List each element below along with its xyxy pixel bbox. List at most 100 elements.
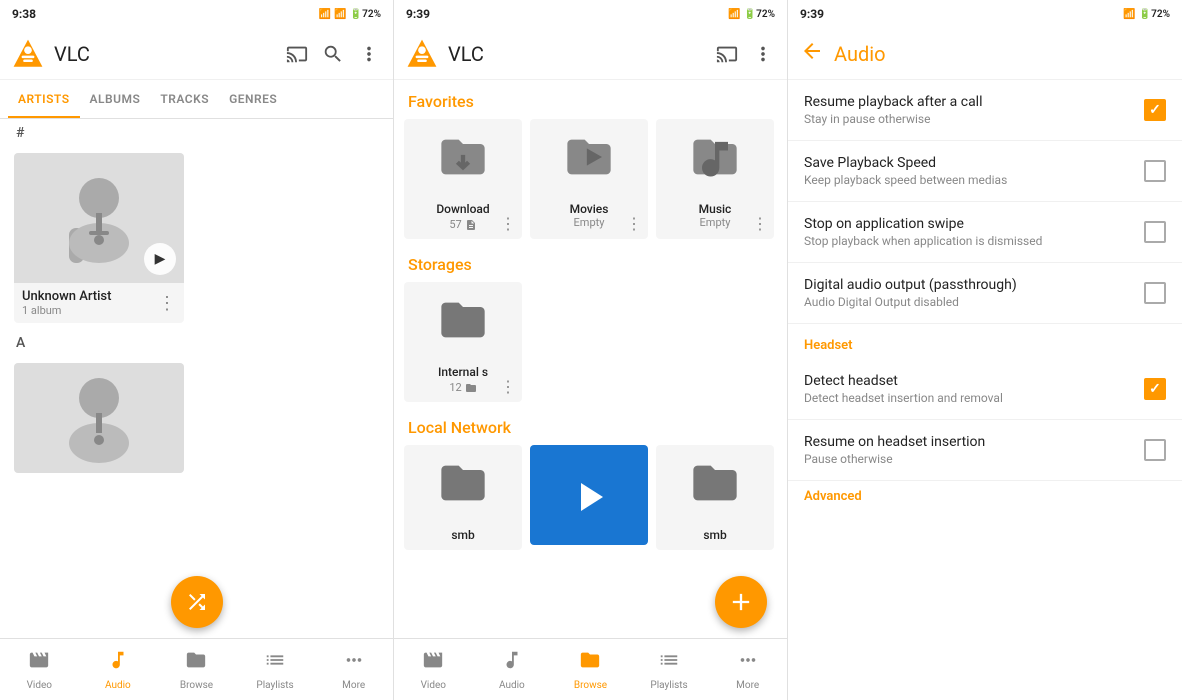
setting-digital-audio-label: Digital audio output (passthrough) bbox=[804, 277, 1132, 293]
setting-save-speed-label: Save Playback Speed bbox=[804, 155, 1132, 171]
nav-video-1[interactable]: Video bbox=[0, 643, 79, 697]
storages-grid: Internal s 12 ⋮ bbox=[404, 282, 777, 402]
setting-stop-swipe-label: Stop on application swipe bbox=[804, 216, 1132, 232]
nav-playlists-1[interactable]: Playlists bbox=[236, 643, 315, 697]
status-bar-2: 9:39 📶 🔋72% bbox=[394, 0, 787, 28]
tab-tracks[interactable]: TRACKS bbox=[150, 80, 219, 118]
tab-artists[interactable]: ARTISTS bbox=[8, 80, 80, 118]
bottom-nav-2: Video Audio Browse Playlists More bbox=[394, 638, 787, 700]
nav-audio-label-1: Audio bbox=[105, 680, 131, 691]
internal-folder-count: 12 bbox=[449, 381, 476, 394]
favorites-grid: Download 57 ⋮ Movies Empty ⋮ bbox=[404, 119, 777, 239]
setting-save-speed[interactable]: Save Playback Speed Keep playback speed … bbox=[788, 141, 1182, 202]
download-folder-name: Download bbox=[436, 202, 489, 216]
battery-icon-3: 🔋72% bbox=[1139, 9, 1170, 20]
nav-browse-1[interactable]: Browse bbox=[157, 643, 236, 697]
setting-stop-swipe[interactable]: Stop on application swipe Stop playback … bbox=[788, 202, 1182, 263]
setting-resume-headset-text: Resume on headset insertion Pause otherw… bbox=[804, 434, 1132, 466]
folder-movies[interactable]: Movies Empty ⋮ bbox=[530, 119, 648, 239]
folder-internal[interactable]: Internal s 12 ⋮ bbox=[404, 282, 522, 402]
nav-audio-2[interactable]: Audio bbox=[473, 643, 552, 697]
setting-save-speed-checkbox[interactable] bbox=[1144, 160, 1166, 182]
audio-settings-panel: 9:39 📶 🔋72% Audio Resume playback after … bbox=[788, 0, 1182, 700]
setting-digital-audio-checkbox[interactable] bbox=[1144, 282, 1166, 304]
music-more-btn[interactable]: ⋮ bbox=[752, 214, 768, 233]
setting-resume-headset[interactable]: Resume on headset insertion Pause otherw… bbox=[788, 420, 1182, 481]
folder-music[interactable]: Music Empty ⋮ bbox=[656, 119, 774, 239]
app-bar-2: VLC bbox=[394, 28, 787, 80]
add-fab-2[interactable] bbox=[715, 576, 767, 628]
smb1-name: smb bbox=[451, 528, 474, 542]
setting-detect-headset-checkbox[interactable] bbox=[1144, 378, 1166, 400]
music-folder-icon bbox=[689, 131, 741, 194]
video-nav-icon-2 bbox=[422, 649, 444, 677]
shuffle-fab[interactable] bbox=[171, 576, 223, 628]
browse-nav-icon-1 bbox=[185, 649, 207, 677]
cast-icon-1[interactable] bbox=[285, 42, 309, 66]
nav-audio-1[interactable]: Audio bbox=[79, 643, 158, 697]
setting-resume-call-desc: Stay in pause otherwise bbox=[804, 112, 1132, 126]
settings-list: Resume playback after a call Stay in pau… bbox=[788, 80, 1182, 700]
play-btn-unknown[interactable]: ▶ bbox=[144, 243, 176, 275]
nav-browse-2[interactable]: Browse bbox=[551, 643, 630, 697]
browse-nav-icon-2 bbox=[579, 649, 601, 677]
vlc-logo-1 bbox=[12, 38, 44, 70]
setting-resume-call-checkbox[interactable] bbox=[1144, 99, 1166, 121]
nav-video-2[interactable]: Video bbox=[394, 643, 473, 697]
more-icon-2[interactable] bbox=[751, 42, 775, 66]
nav-more-1[interactable]: More bbox=[314, 643, 393, 697]
search-icon-1[interactable] bbox=[321, 42, 345, 66]
more-icon-1[interactable] bbox=[357, 42, 381, 66]
playlists-nav-icon-2 bbox=[658, 649, 680, 677]
storages-title: Storages bbox=[404, 243, 777, 282]
browse-panel: 9:39 📶 🔋72% VLC Favorites bbox=[394, 0, 788, 700]
folder-smb2[interactable]: smb bbox=[656, 445, 774, 550]
folder-smb1[interactable]: smb bbox=[404, 445, 522, 550]
artist-card-unknown[interactable]: ▶ Unknown Artist 1 album ⋮ bbox=[14, 153, 184, 323]
battery-icon-2: 🔋72% bbox=[744, 9, 775, 20]
nav-browse-label-2: Browse bbox=[574, 680, 607, 691]
setting-save-speed-text: Save Playback Speed Keep playback speed … bbox=[804, 155, 1132, 187]
setting-save-speed-desc: Keep playback speed between medias bbox=[804, 173, 1132, 187]
movies-folder-name: Movies bbox=[570, 202, 609, 216]
folder-play[interactable] bbox=[530, 445, 648, 545]
setting-detect-headset[interactable]: Detect headset Detect headset insertion … bbox=[788, 359, 1182, 420]
artists-panel: 9:38 📶 📶 🔋72% VLC bbox=[0, 0, 394, 700]
tab-albums[interactable]: ALBUMS bbox=[80, 80, 151, 118]
back-button[interactable] bbox=[800, 39, 824, 68]
wifi-icon-2: 📶 bbox=[728, 9, 740, 20]
download-more-btn[interactable]: ⋮ bbox=[500, 214, 516, 233]
setting-stop-swipe-text: Stop on application swipe Stop playback … bbox=[804, 216, 1132, 248]
setting-resume-call[interactable]: Resume playback after a call Stay in pau… bbox=[788, 80, 1182, 141]
nav-playlists-2[interactable]: Playlists bbox=[630, 643, 709, 697]
setting-detect-headset-label: Detect headset bbox=[804, 373, 1132, 389]
cast-icon-2[interactable] bbox=[715, 42, 739, 66]
signal-icon: 📶 bbox=[334, 9, 346, 20]
browse-content: Favorites Download 57 ⋮ Movies bbox=[394, 80, 787, 638]
artist-card-2[interactable] bbox=[14, 363, 184, 473]
setting-resume-call-label: Resume playback after a call bbox=[804, 94, 1132, 110]
setting-resume-call-text: Resume playback after a call Stay in pau… bbox=[804, 94, 1132, 126]
hash-header: # bbox=[8, 119, 385, 147]
playlists-nav-icon-1 bbox=[264, 649, 286, 677]
a-header: A bbox=[8, 329, 385, 357]
download-folder-icon bbox=[437, 131, 489, 194]
status-icons-2: 📶 🔋72% bbox=[728, 9, 775, 20]
internal-more-btn[interactable]: ⋮ bbox=[500, 377, 516, 396]
artist-more-btn[interactable]: ⋮ bbox=[158, 293, 176, 314]
tab-genres[interactable]: GENRES bbox=[219, 80, 287, 118]
status-bar-1: 9:38 📶 📶 🔋72% bbox=[0, 0, 393, 28]
bottom-nav-1: Video Audio Browse Playlists More bbox=[0, 638, 393, 700]
video-nav-icon-1 bbox=[28, 649, 50, 677]
movies-more-btn[interactable]: ⋮ bbox=[626, 214, 642, 233]
setting-detect-headset-desc: Detect headset insertion and removal bbox=[804, 391, 1132, 405]
nav-more-2[interactable]: More bbox=[708, 643, 787, 697]
artist-sub: 1 album bbox=[22, 304, 111, 317]
artist-list: # ▶ Unknown Artist 1 album bbox=[0, 119, 393, 638]
battery-icon: 🔋72% bbox=[350, 9, 381, 20]
setting-digital-audio[interactable]: Digital audio output (passthrough) Audio… bbox=[788, 263, 1182, 324]
setting-resume-headset-checkbox[interactable] bbox=[1144, 439, 1166, 461]
nav-browse-label-1: Browse bbox=[180, 680, 213, 691]
folder-download[interactable]: Download 57 ⋮ bbox=[404, 119, 522, 239]
setting-stop-swipe-checkbox[interactable] bbox=[1144, 221, 1166, 243]
